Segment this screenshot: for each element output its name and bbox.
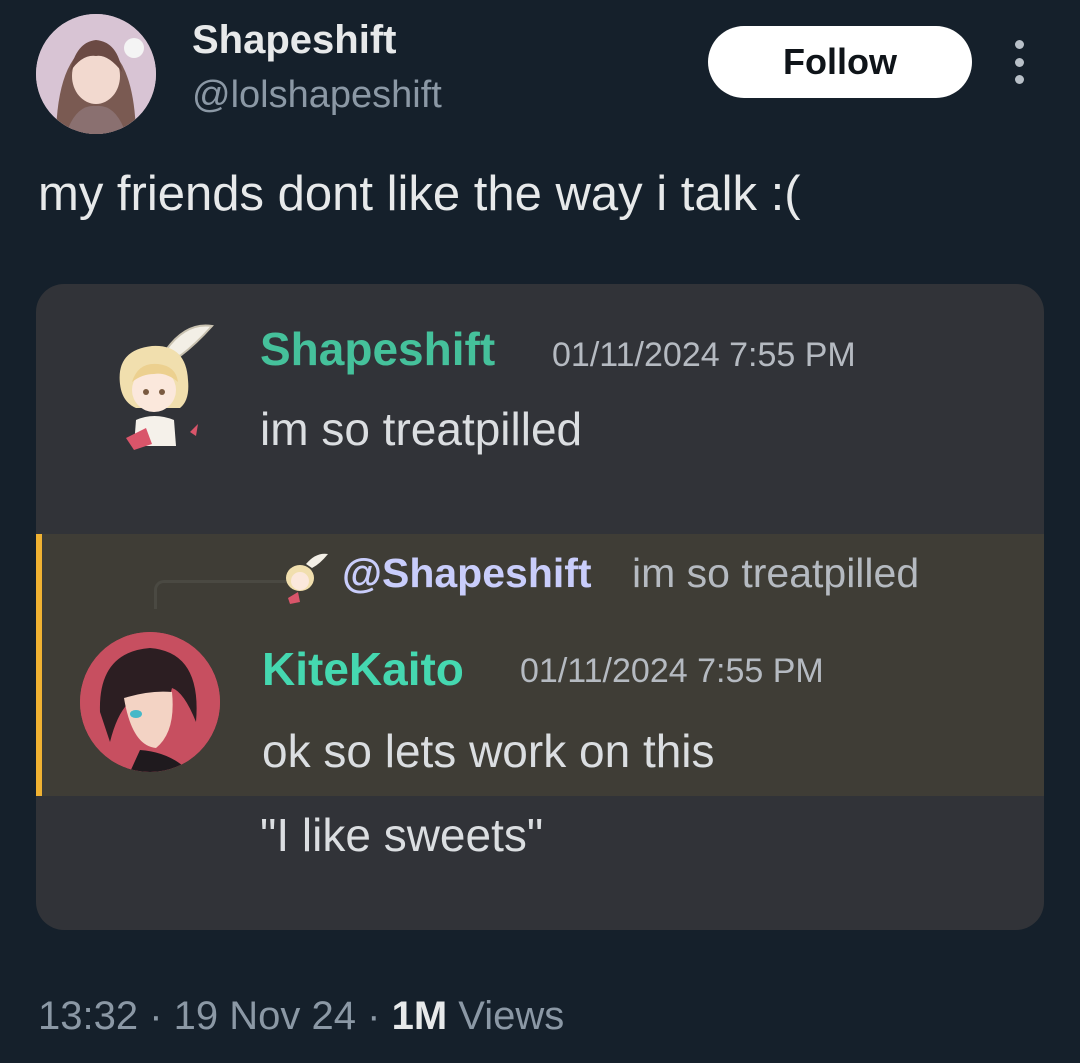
reply-preview-avatar (278, 552, 332, 606)
reply-preview-text: im so treatpilled (632, 550, 920, 596)
author-name[interactable]: Shapeshift (192, 18, 396, 63)
author-handle[interactable]: @lolshapeshift (192, 74, 442, 117)
tweet-date[interactable]: 19 Nov 24 (174, 994, 356, 1038)
embedded-screenshot[interactable]: Shapeshift 01/11/2024 7:55 PM im so trea… (36, 284, 1044, 930)
highlighted-reply-message: @Shapeshift im so treatpilled KiteKaito … (36, 534, 1044, 796)
views-label: Views (458, 994, 565, 1038)
views-count: 1M (391, 994, 448, 1038)
tweet-header: Shapeshift @lolshapeshift Follow (0, 0, 1080, 150)
tweet-meta: 13:32 · 19 Nov 24 · 1M Views (38, 994, 564, 1039)
message1-text: im so treatpilled (260, 403, 583, 455)
reply-connector-line (154, 580, 287, 609)
author-avatar[interactable] (36, 14, 156, 134)
tweet-time[interactable]: 13:32 (38, 994, 138, 1038)
message2-author: KiteKaito (262, 643, 464, 695)
separator-dot: · (149, 994, 174, 1038)
shapeshift-chat-avatar (106, 320, 224, 460)
more-options-icon[interactable] (1006, 40, 1032, 84)
separator-dot: · (367, 994, 392, 1038)
message2-timestamp: 01/11/2024 7:55 PM (520, 652, 824, 690)
kitekaito-avatar (80, 632, 220, 772)
message2-text: ok so lets work on this (262, 725, 715, 777)
message1-author: Shapeshift (260, 323, 496, 375)
message1-timestamp: 01/11/2024 7:55 PM (552, 336, 856, 374)
tweet-text: my friends dont like the way i talk :( (38, 167, 801, 221)
message3-text: "I like sweets" (260, 809, 544, 861)
reply-mention: @Shapeshift (342, 550, 592, 596)
follow-button[interactable]: Follow (708, 26, 972, 98)
